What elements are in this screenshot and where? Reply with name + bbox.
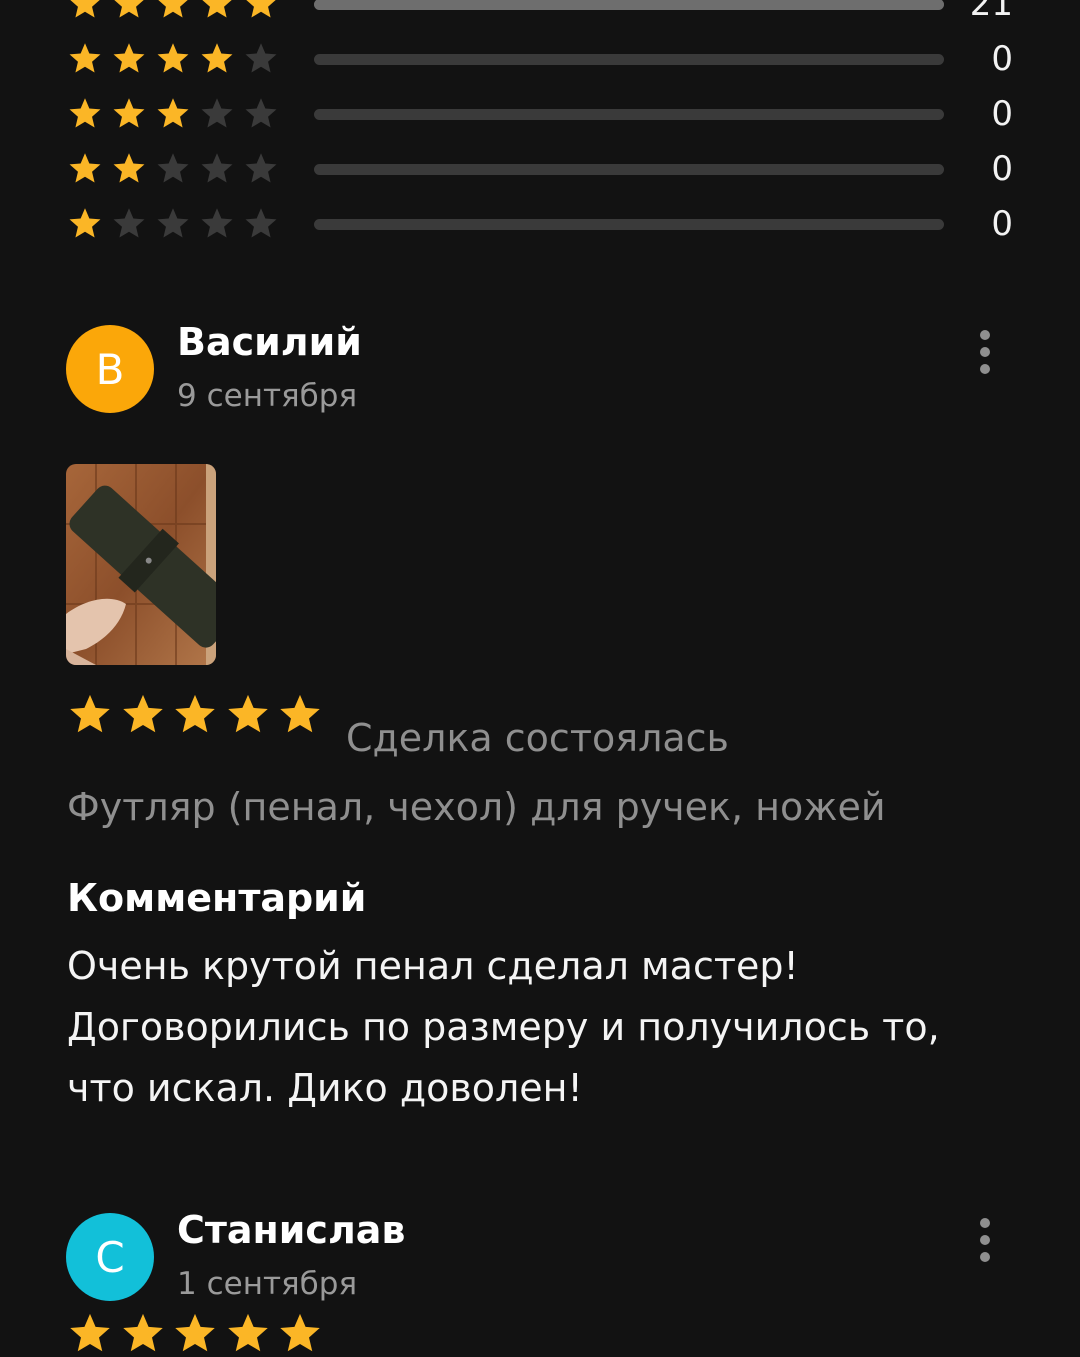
comment-line: что искал. Дико доволен! xyxy=(67,1066,583,1110)
star-icon xyxy=(199,41,235,77)
star-icon xyxy=(172,692,218,738)
avatar[interactable]: В xyxy=(66,325,154,413)
star-icon xyxy=(243,151,279,187)
star-icon xyxy=(155,96,191,132)
star-icon xyxy=(120,1311,166,1357)
avatar-letter: С xyxy=(95,1232,125,1282)
star-icon xyxy=(111,151,147,187)
star-icon xyxy=(111,96,147,132)
star-icon xyxy=(67,0,103,22)
star-icon xyxy=(67,206,103,242)
product-name[interactable]: Футляр (пенал, чехол) для ручек, ножей xyxy=(67,785,886,829)
star-icon xyxy=(111,41,147,77)
rating-bar-1 xyxy=(314,219,944,230)
star-icon xyxy=(225,692,271,738)
rating-bar-4 xyxy=(314,54,944,65)
star-icon xyxy=(120,692,166,738)
star-icon xyxy=(67,1311,113,1357)
rating-bar-2 xyxy=(314,164,944,175)
star-icon xyxy=(155,41,191,77)
star-icon xyxy=(111,206,147,242)
rating-count-5: 21 xyxy=(969,0,1013,24)
more-options-icon[interactable] xyxy=(973,1218,997,1262)
star-icon xyxy=(199,151,235,187)
rating-count-1: 0 xyxy=(991,204,1013,244)
star-icon xyxy=(155,151,191,187)
star-icon xyxy=(243,0,279,22)
star-icon xyxy=(67,41,103,77)
star-icon xyxy=(67,151,103,187)
deal-status: Сделка состоялась xyxy=(346,716,729,760)
star-icon xyxy=(277,692,323,738)
review-photo[interactable] xyxy=(66,464,216,665)
star-icon xyxy=(243,96,279,132)
star-icon xyxy=(199,206,235,242)
rating-count-4: 0 xyxy=(991,39,1013,79)
comment-line: Договорились по размеру и получилось то, xyxy=(67,1005,940,1049)
star-icon xyxy=(225,1311,271,1357)
review-date: 1 сентября xyxy=(177,1266,358,1302)
more-options-icon[interactable] xyxy=(973,330,997,374)
comment-heading: Комментарий xyxy=(67,876,367,920)
star-icon xyxy=(67,692,113,738)
rating-count-3: 0 xyxy=(991,94,1013,134)
reviewer-name[interactable]: Станислав xyxy=(177,1208,405,1252)
avatar[interactable]: С xyxy=(66,1213,154,1301)
comment-text: Очень крутой пенал сделал мастер! Догово… xyxy=(67,936,967,1119)
star-icon xyxy=(111,0,147,22)
rating-bar-5 xyxy=(314,0,944,10)
reviewer-name[interactable]: Василий xyxy=(177,320,362,364)
star-icon xyxy=(67,96,103,132)
star-icon xyxy=(243,41,279,77)
avatar-letter: В xyxy=(95,344,125,394)
star-icon xyxy=(277,1311,323,1357)
star-icon xyxy=(155,206,191,242)
comment-line: Очень крутой пенал сделал мастер! xyxy=(67,944,799,988)
star-icon xyxy=(155,0,191,22)
star-icon xyxy=(199,0,235,22)
rating-count-2: 0 xyxy=(991,149,1013,189)
star-icon xyxy=(172,1311,218,1357)
rating-row-1[interactable]: 0 xyxy=(0,204,1080,279)
review-date: 9 сентября xyxy=(177,378,358,414)
rating-bar-3 xyxy=(314,109,944,120)
star-icon xyxy=(199,96,235,132)
star-icon xyxy=(243,206,279,242)
